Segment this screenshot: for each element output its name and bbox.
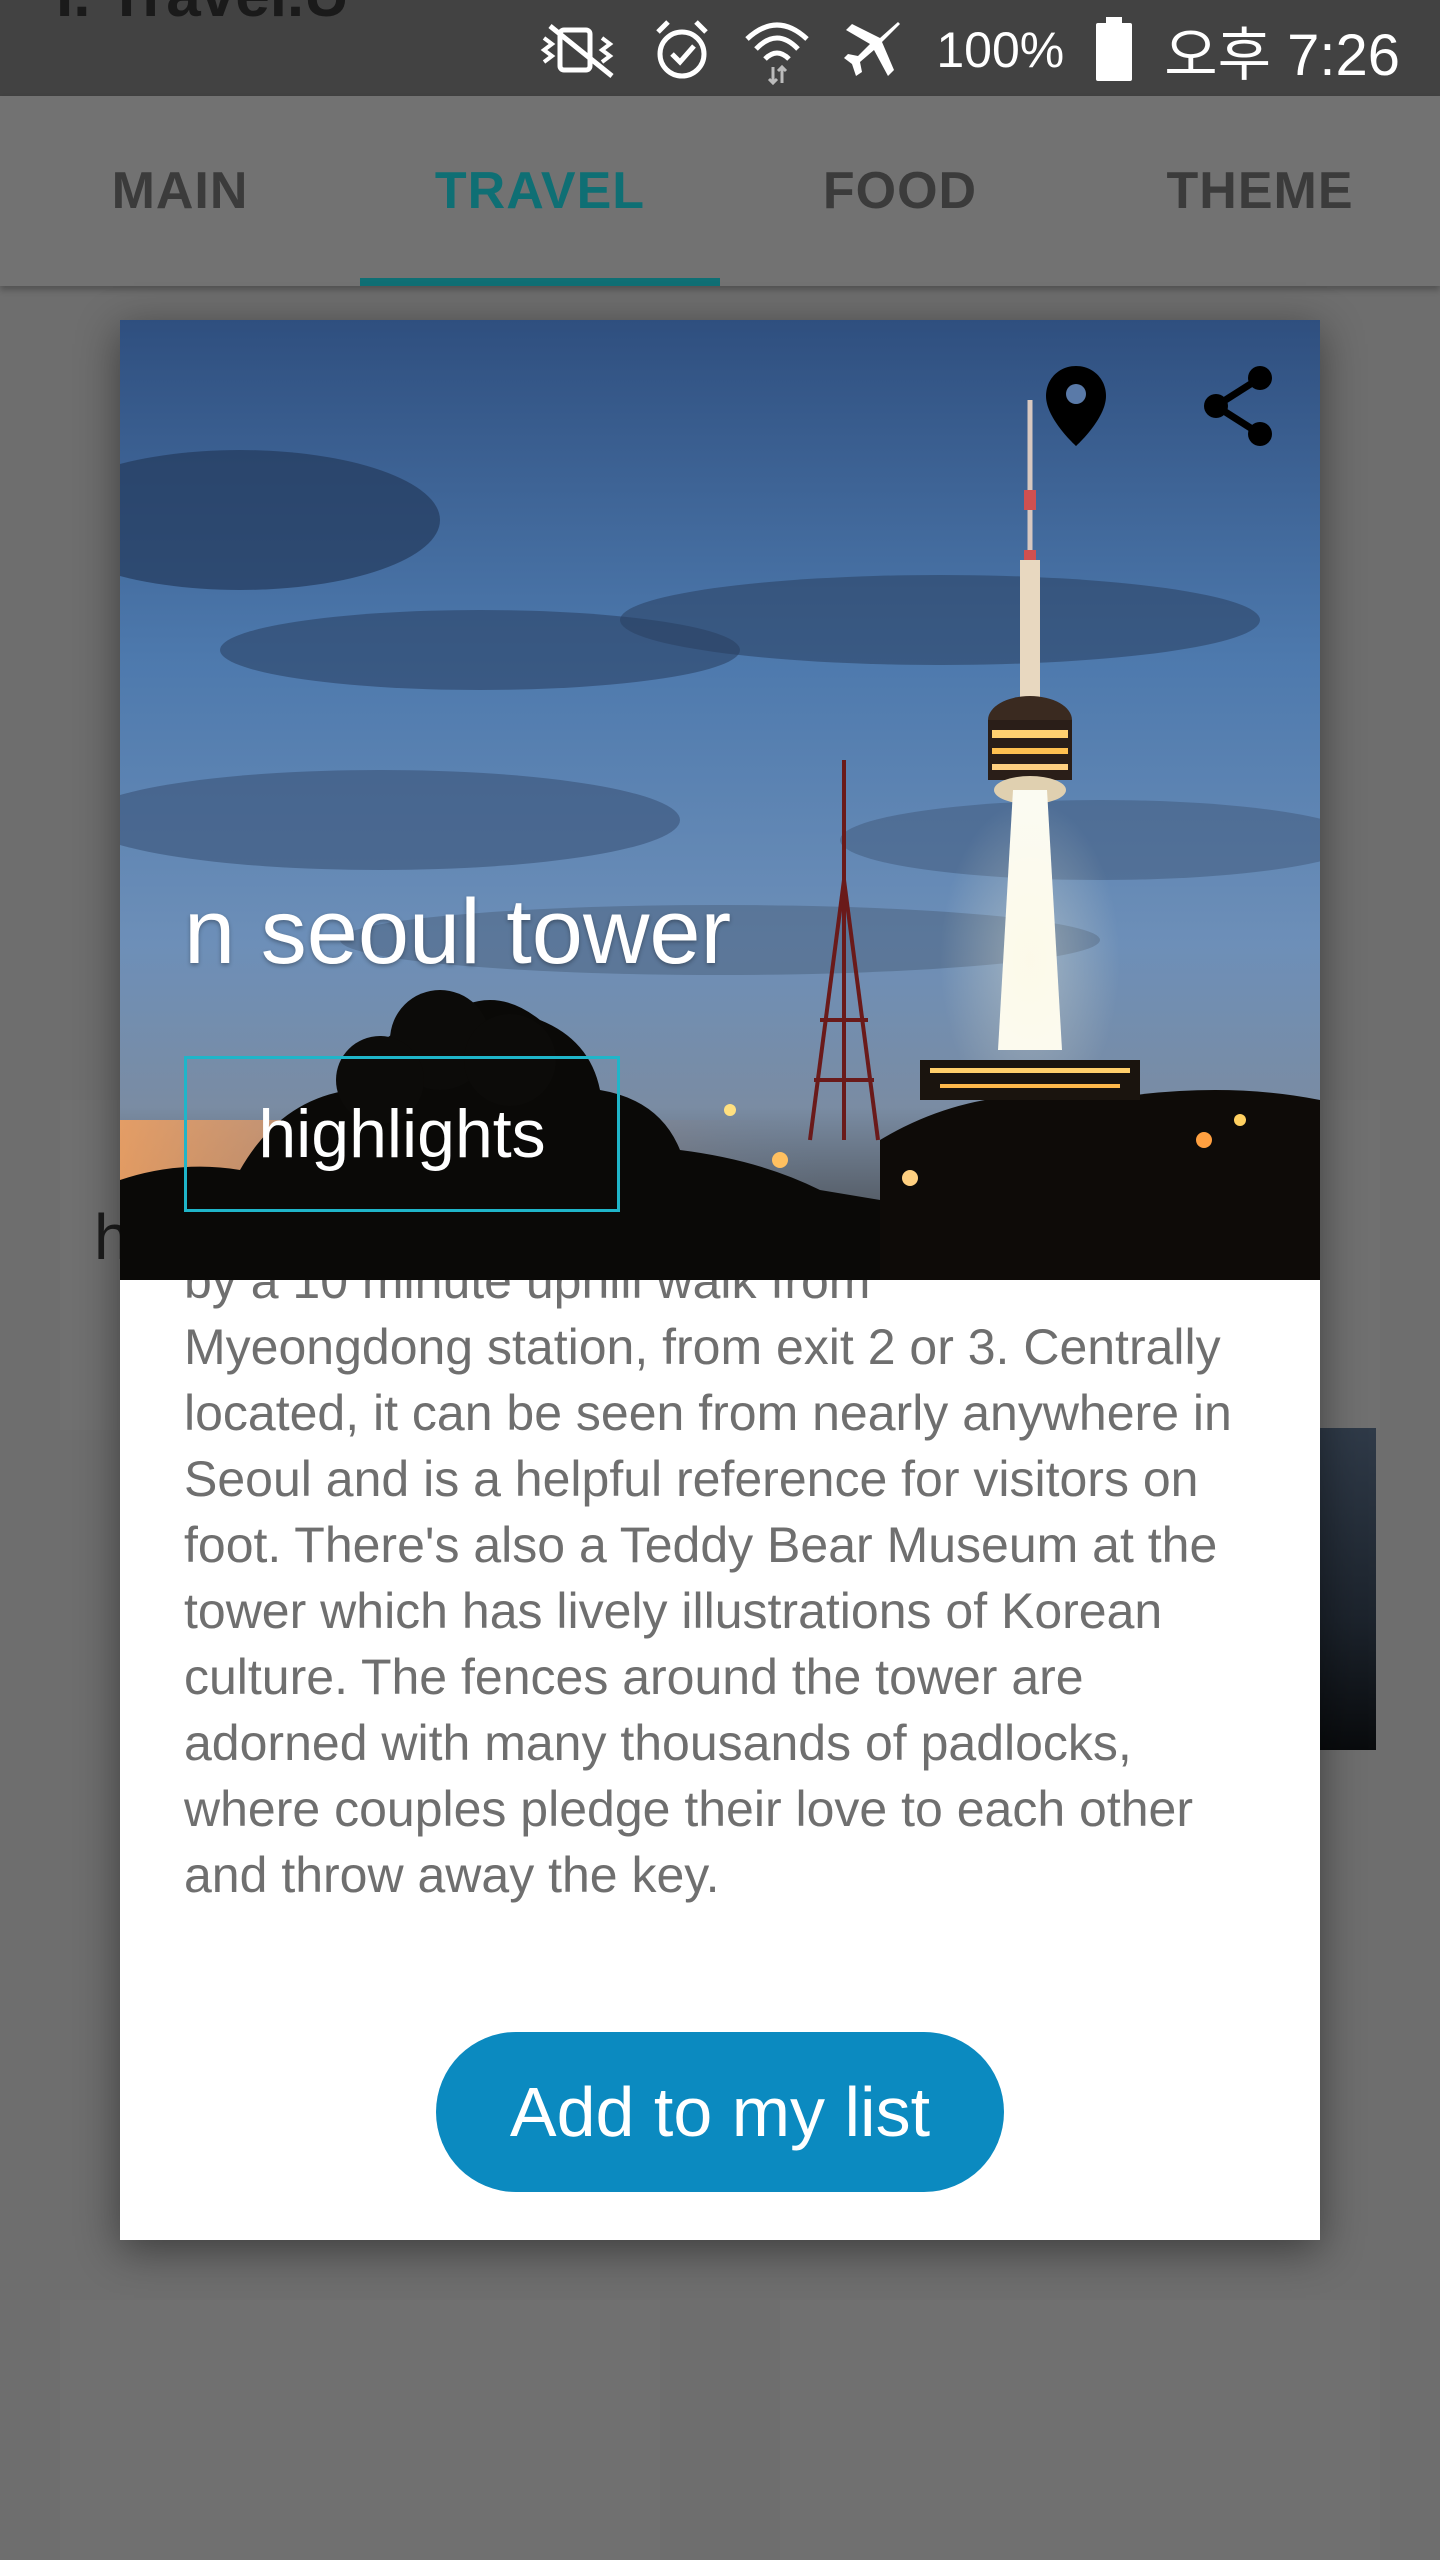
app-title: I. Travel.U (56, 0, 349, 31)
battery-icon (1094, 17, 1134, 83)
alarm-icon (652, 18, 712, 82)
tab-food[interactable]: FOOD (720, 96, 1080, 286)
tab-main[interactable]: MAIN (0, 96, 360, 286)
background-card (780, 2300, 1380, 2560)
airplane-mode-icon (842, 18, 906, 82)
tab-indicator (360, 278, 720, 286)
background-card (60, 2300, 660, 2560)
vibrate-off-icon (532, 20, 622, 80)
battery-percent: 100% (936, 22, 1065, 78)
map-button[interactable] (1026, 356, 1126, 456)
status-icons: 100% 오후 7:26 (532, 10, 1400, 90)
tab-bar: MAIN TRAVEL FOOD THEME (0, 96, 1440, 286)
description-scroll[interactable]: by a 10 minute uphill walk from Myeongdo… (184, 1280, 1264, 2020)
location-pin-icon (1046, 366, 1106, 446)
place-detail-dialog: n seoul tower highlights by a 10 minute … (120, 320, 1320, 2240)
description-partial-line: by a 10 minute uphill walk from (184, 1280, 871, 1309)
tab-travel[interactable]: TRAVEL (360, 96, 720, 286)
share-button[interactable] (1188, 356, 1288, 456)
tab-theme[interactable]: THEME (1080, 96, 1440, 286)
hero-image: n seoul tower highlights (120, 320, 1320, 1280)
add-to-my-list-button[interactable]: Add to my list (436, 2032, 1004, 2192)
description-body: Myeongdong station, from exit 2 or 3. Ce… (184, 1319, 1232, 1903)
wifi-icon (742, 15, 812, 85)
place-description: by a 10 minute uphill walk from Myeongdo… (184, 1280, 1264, 1908)
share-icon (1204, 366, 1272, 446)
highlights-button[interactable]: highlights (184, 1056, 620, 1212)
place-title: n seoul tower (184, 881, 732, 983)
status-bar: I. Travel.U (0, 0, 1440, 96)
clock: 오후 7:26 (1164, 23, 1400, 88)
